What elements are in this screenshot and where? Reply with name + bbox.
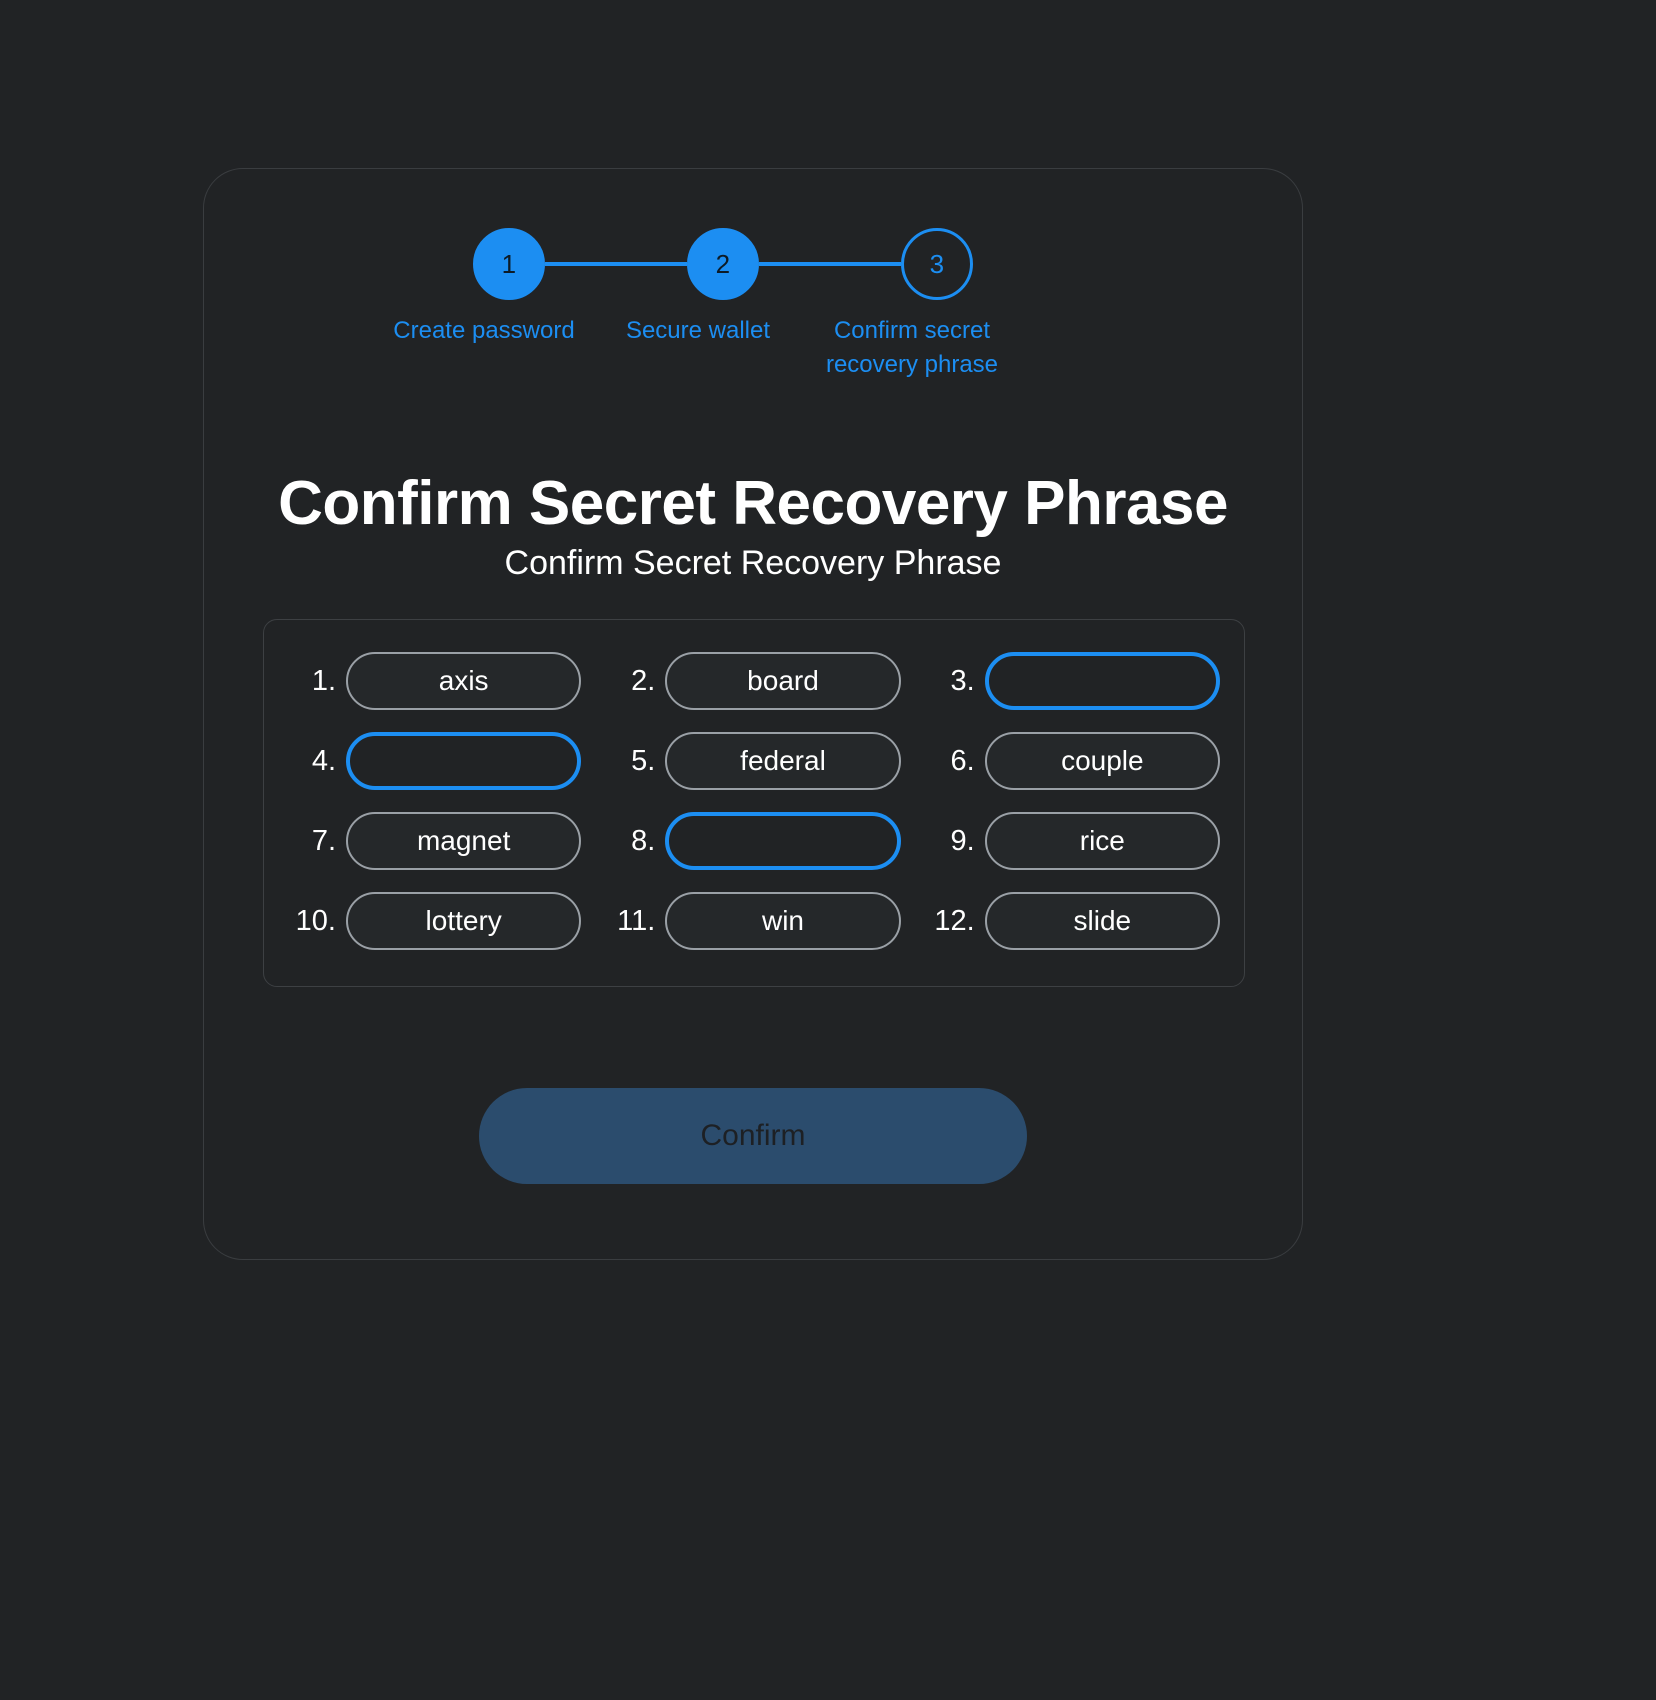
recovery-word-cell: 9. rice	[927, 812, 1220, 870]
page-title: Confirm Secret Recovery Phrase	[278, 468, 1228, 538]
recovery-word-cell: 10. lottery	[288, 892, 582, 950]
recovery-word-chip[interactable]: rice	[984, 812, 1220, 870]
app-screen: 1 2 3 Create password Secure wallet Conf…	[0, 0, 1656, 1700]
recovery-word-cell: 4.	[288, 732, 582, 790]
recovery-phrase-panel: 1. axis 2. board 3. 4. 5. federal 6. couple 7. magn…	[263, 619, 1245, 987]
recovery-word-input-empty[interactable]	[984, 652, 1220, 710]
stepper-node-2[interactable]: 2	[687, 228, 759, 300]
stepper-node-3-number: 3	[929, 248, 945, 279]
recovery-word-cell: 2. board	[607, 652, 901, 710]
recovery-word-chip[interactable]: axis	[346, 652, 582, 710]
recovery-word-index: 3.	[950, 664, 975, 697]
stepper-label-secure-wallet: Secure wallet	[625, 317, 771, 344]
recovery-word-index: 9.	[950, 824, 975, 857]
recovery-word-index: 8.	[631, 824, 656, 857]
recovery-word-index: 6.	[950, 744, 975, 777]
recovery-word-chip[interactable]: board	[665, 652, 901, 710]
page-subtitle: Confirm Secret Recovery Phrase	[504, 544, 1002, 582]
recovery-word-index: 10.	[295, 904, 336, 937]
recovery-word-index: 1.	[311, 664, 336, 697]
stepper-label-confirm-secret-recovery-phrase: Confirm secret recovery phrase	[825, 317, 999, 378]
onboarding-stepper: 1 2 3 Create password Secure wallet Conf…	[204, 228, 1302, 448]
recovery-word-cell: 11. win	[607, 892, 901, 950]
recovery-word-input-empty[interactable]	[346, 732, 582, 790]
recovery-word-chip[interactable]: magnet	[346, 812, 582, 870]
recovery-word-cell: 5. federal	[607, 732, 901, 790]
recovery-word-chip[interactable]: win	[665, 892, 901, 950]
recovery-word-index: 7.	[311, 824, 336, 857]
recovery-word-cell: 12. slide	[927, 892, 1220, 950]
recovery-word-index: 2.	[631, 664, 656, 697]
recovery-word-cell: 6. couple	[927, 732, 1220, 790]
stepper-node-2-number: 2	[715, 248, 731, 279]
stepper-connector-2	[759, 262, 901, 266]
recovery-word-cell: 7. magnet	[288, 812, 582, 870]
recovery-word-chip[interactable]: lottery	[346, 892, 582, 950]
recovery-word-input-empty[interactable]	[665, 812, 901, 870]
recovery-word-chip[interactable]: federal	[665, 732, 901, 790]
confirm-button[interactable]: Confirm	[479, 1088, 1027, 1184]
stepper-node-3[interactable]: 3	[901, 228, 973, 300]
recovery-word-index: 12.	[934, 904, 975, 937]
recovery-word-index: 4.	[311, 744, 336, 777]
recovery-word-chip[interactable]: slide	[984, 892, 1220, 950]
stepper-connector-1	[545, 262, 687, 266]
recovery-word-cell: 1. axis	[288, 652, 582, 710]
recovery-word-grid: 1. axis 2. board 3. 4. 5. federal 6. couple 7. magn…	[288, 652, 1220, 950]
stepper-node-1-number: 1	[501, 248, 517, 279]
stepper-track: 1 2 3	[473, 228, 1033, 300]
stepper-labels: Create password Secure wallet Confirm se…	[393, 314, 1103, 424]
stepper-node-1[interactable]: 1	[473, 228, 545, 300]
recovery-word-cell: 3.	[927, 652, 1220, 710]
onboarding-card: 1 2 3 Create password Secure wallet Conf…	[203, 168, 1303, 1260]
stepper-label-create-password: Create password	[393, 317, 575, 344]
recovery-word-chip[interactable]: couple	[984, 732, 1220, 790]
recovery-word-cell: 8.	[607, 812, 901, 870]
recovery-word-index: 11.	[617, 904, 656, 937]
recovery-word-index: 5.	[631, 744, 656, 777]
